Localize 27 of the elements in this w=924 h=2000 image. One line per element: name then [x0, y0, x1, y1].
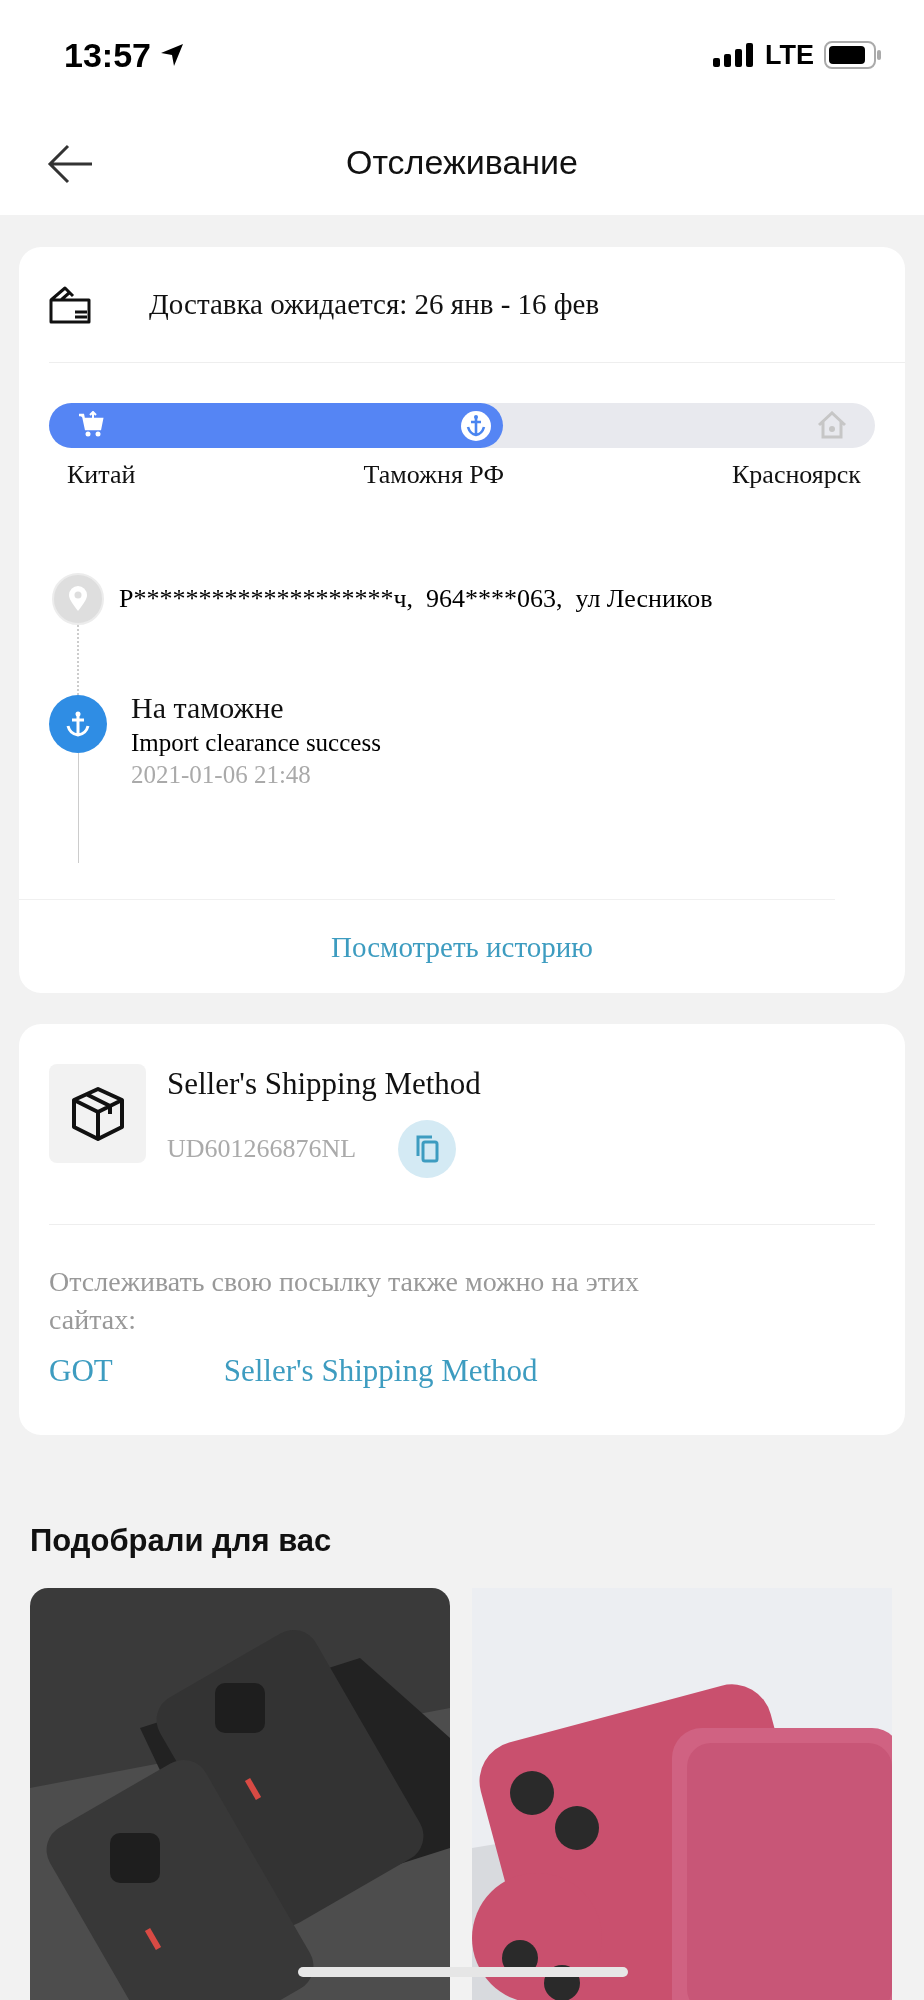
delivery-estimate: Доставка ожидается: 26 янв - 16 фев [149, 288, 600, 321]
delivery-address: Р********************ч, 964****063, ул Лесников [119, 583, 713, 615]
wallet-icon [49, 285, 91, 324]
page-title: Отслеживание [346, 143, 578, 182]
stage-label: Таможня РФ [363, 460, 504, 490]
event-time: 2021-01-06 21:48 [131, 760, 312, 790]
cart-icon [77, 411, 105, 439]
tracking-note: Отслеживать свою посылку также можно на этих сайтах: [49, 1265, 640, 1337]
tracking-site-link[interactable]: GOT [49, 1351, 113, 1391]
stage-label: Красноярск [732, 460, 861, 490]
stage-label: Китай [67, 460, 136, 490]
battery-icon [824, 41, 882, 69]
view-history-link[interactable]: Посмотреть историю [331, 930, 593, 964]
tracking-site-link[interactable]: Seller's Shipping Method [223, 1351, 538, 1391]
anchor-icon [461, 411, 492, 441]
shipping-method: Seller's Shipping Method [167, 1065, 481, 1103]
status-time: 13:57 [64, 35, 151, 75]
tracking-number: UD601266876NL [167, 1134, 357, 1164]
event-title: На таможне [131, 690, 285, 726]
house-icon [817, 411, 847, 439]
event-detail: Import clearance success [131, 728, 381, 758]
section-heading: Подобрали для вас [30, 1522, 333, 1560]
location-pin-icon [52, 573, 104, 625]
network-label: LTE [765, 39, 814, 71]
anchor-icon [49, 695, 107, 753]
copy-icon [414, 1134, 441, 1164]
signal-icon [713, 43, 755, 67]
